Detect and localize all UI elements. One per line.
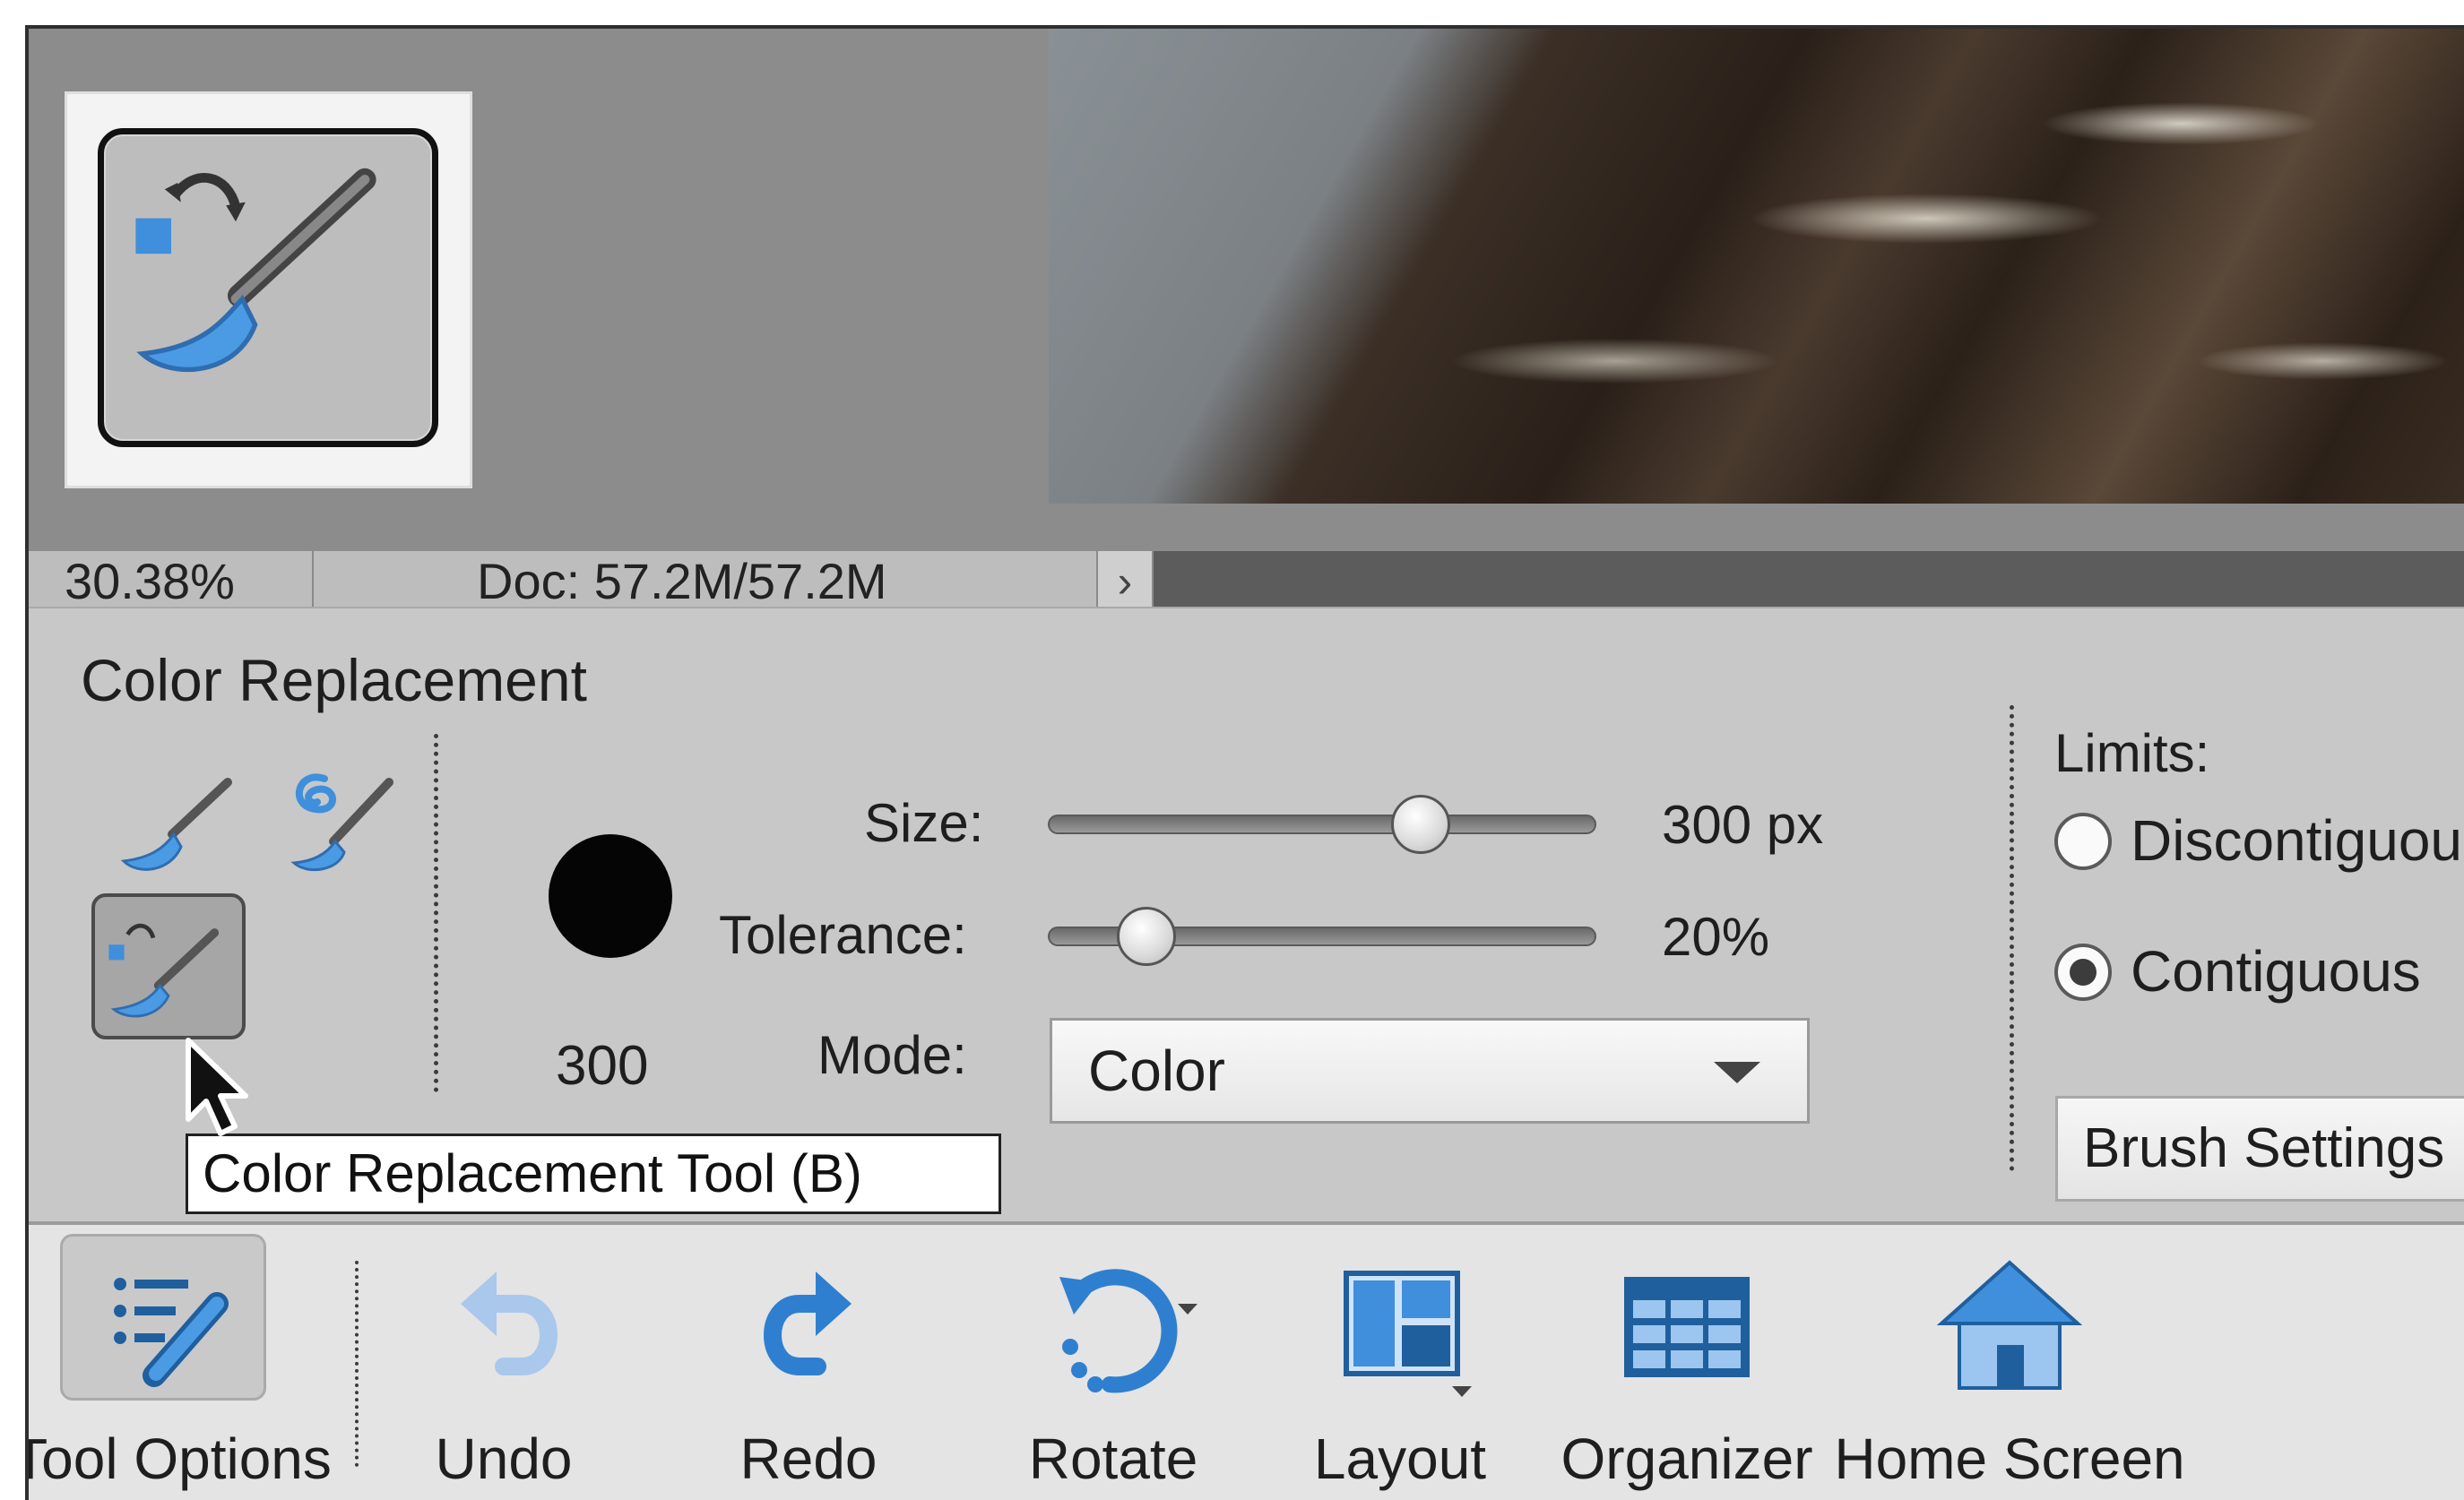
rotate-label: Rotate bbox=[1028, 1427, 1198, 1491]
organizer-button[interactable]: Organizer bbox=[1552, 1225, 1821, 1500]
layout-icon bbox=[1344, 1271, 1472, 1397]
mode-value: Color bbox=[1088, 1039, 1225, 1103]
home-screen-label: Home Screen bbox=[1834, 1427, 2185, 1491]
tool-tooltip: Color Replacement Tool (B) bbox=[186, 1134, 1001, 1214]
document-image[interactable] bbox=[1049, 29, 2464, 504]
brush-tool-button[interactable] bbox=[102, 746, 256, 892]
chevron-down-icon bbox=[1714, 1062, 1760, 1083]
color-replacement-icon-enlarged bbox=[98, 128, 438, 447]
tool-options-icon bbox=[114, 1278, 229, 1387]
separator bbox=[355, 1261, 359, 1467]
discontiguous-radio[interactable] bbox=[2054, 813, 2112, 870]
mode-label: Mode: bbox=[817, 1025, 967, 1085]
organizer-label: Organizer bbox=[1561, 1427, 1813, 1491]
tolerance-label: Tolerance: bbox=[719, 905, 967, 965]
impressionist-brush-icon bbox=[290, 773, 393, 872]
size-label: Size: bbox=[864, 793, 984, 853]
status-bar: 30.38% Doc: 57.2M/57.2M › bbox=[29, 551, 2464, 607]
tool-options-button[interactable]: Tool Options bbox=[25, 1225, 333, 1500]
rotate-button[interactable]: Rotate bbox=[979, 1225, 1248, 1500]
separator bbox=[2010, 705, 2014, 1171]
photoshop-elements-window: 30.38% Doc: 57.2M/57.2M › Color Replacem… bbox=[25, 25, 2464, 1500]
undo-label: Undo bbox=[435, 1427, 573, 1491]
impressionist-brush-button[interactable] bbox=[262, 743, 416, 889]
undo-icon bbox=[461, 1272, 558, 1375]
size-value: 300 px bbox=[1662, 795, 1824, 855]
brush-settings-button[interactable]: Brush Settings bbox=[2055, 1096, 2464, 1202]
layout-button[interactable]: Layout bbox=[1266, 1225, 1535, 1500]
mode-dropdown[interactable]: Color bbox=[1050, 1018, 1810, 1124]
tolerance-value: 20% bbox=[1662, 907, 1770, 967]
limits-label: Limits: bbox=[2054, 723, 2210, 783]
redo-label: Redo bbox=[739, 1427, 878, 1491]
size-slider-thumb[interactable] bbox=[1391, 795, 1451, 854]
rotate-icon bbox=[1059, 1269, 1197, 1393]
color-replacement-tool-button[interactable] bbox=[91, 893, 246, 1039]
tool-icon-zoom-preview bbox=[65, 91, 472, 488]
brush-preview[interactable] bbox=[549, 834, 672, 958]
tool-options-panel: Color Replacement 300 Size: 300 px Toler… bbox=[29, 607, 2464, 1221]
color-replacement-small-icon bbox=[108, 923, 220, 1018]
brush-size-label: 300 bbox=[556, 1035, 649, 1097]
taskbar: Tool Options Undo Redo Rotate Layout Org… bbox=[29, 1221, 2464, 1500]
zoom-level[interactable]: 30.38% bbox=[29, 551, 314, 607]
contiguous-label[interactable]: Contiguous bbox=[2131, 938, 2421, 1004]
home-icon bbox=[1936, 1260, 2083, 1390]
discontiguous-label[interactable]: Discontiguou bbox=[2131, 807, 2462, 874]
tool-options-label: Tool Options bbox=[25, 1427, 332, 1491]
layout-label: Layout bbox=[1313, 1427, 1487, 1491]
tolerance-slider-thumb[interactable] bbox=[1117, 907, 1177, 966]
status-menu-arrow[interactable]: › bbox=[1098, 551, 1154, 607]
tool-options-title: Color Replacement bbox=[81, 647, 587, 713]
canvas-area bbox=[29, 29, 2464, 551]
brush-icon bbox=[120, 778, 232, 871]
mouse-cursor-icon bbox=[186, 1038, 248, 1136]
size-slider[interactable] bbox=[1048, 815, 1596, 834]
separator bbox=[434, 734, 438, 1092]
organizer-icon bbox=[1624, 1277, 1750, 1377]
home-screen-button[interactable]: Home Screen bbox=[1821, 1225, 2198, 1500]
color-replacement-icon bbox=[135, 168, 376, 372]
undo-button[interactable]: Undo bbox=[387, 1225, 620, 1500]
redo-button[interactable]: Redo bbox=[692, 1225, 925, 1500]
document-size: Doc: 57.2M/57.2M bbox=[314, 551, 1098, 607]
redo-icon bbox=[764, 1272, 852, 1375]
contiguous-radio[interactable] bbox=[2054, 944, 2112, 1001]
